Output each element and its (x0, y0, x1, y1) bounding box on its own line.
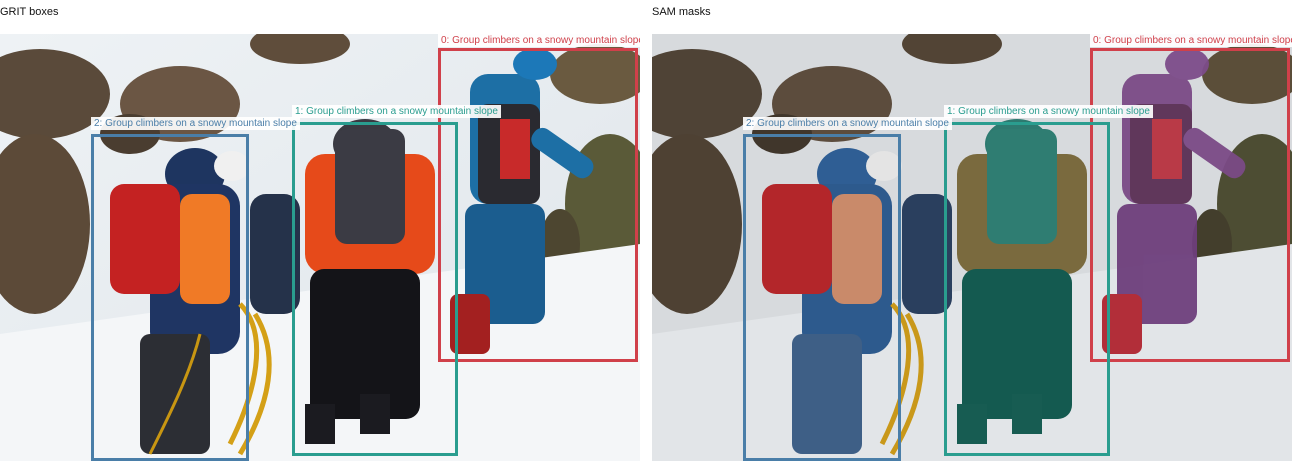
sam-box-label-2: 2: Group climbers on a snowy mountain sl… (743, 117, 952, 130)
sam-box-label-1: 1: Group climbers on a snowy mountain sl… (944, 105, 1153, 118)
climbers-photo-masked: 0: Group climbers on a snowy mountain sl… (652, 34, 1292, 461)
grit-box-label-0: 0: Group climbers on a snowy mountain sl… (438, 34, 640, 47)
sam-box-2 (743, 134, 901, 461)
grit-box-1 (292, 122, 458, 456)
grit-box-2 (91, 134, 249, 461)
grit-boxes-panel: GRIT boxes 0: Group climbers on a snowy … (0, 0, 640, 461)
climbers-photo: 0: Group climbers on a snowy mountain sl… (0, 34, 640, 461)
sam-box-0 (1090, 48, 1290, 362)
sam-masks-panel: SAM masks 0: Group climbers on a snowy m… (652, 0, 1292, 461)
panel-title-sam: SAM masks (652, 6, 711, 18)
grit-box-label-2: 2: Group climbers on a snowy mountain sl… (91, 117, 300, 130)
sam-box-label-0: 0: Group climbers on a snowy mountain sl… (1090, 34, 1292, 47)
panel-title-grit: GRIT boxes (0, 6, 59, 18)
grit-box-label-1: 1: Group climbers on a snowy mountain sl… (292, 105, 501, 118)
grit-box-0 (438, 48, 638, 362)
sam-box-1 (944, 122, 1110, 456)
